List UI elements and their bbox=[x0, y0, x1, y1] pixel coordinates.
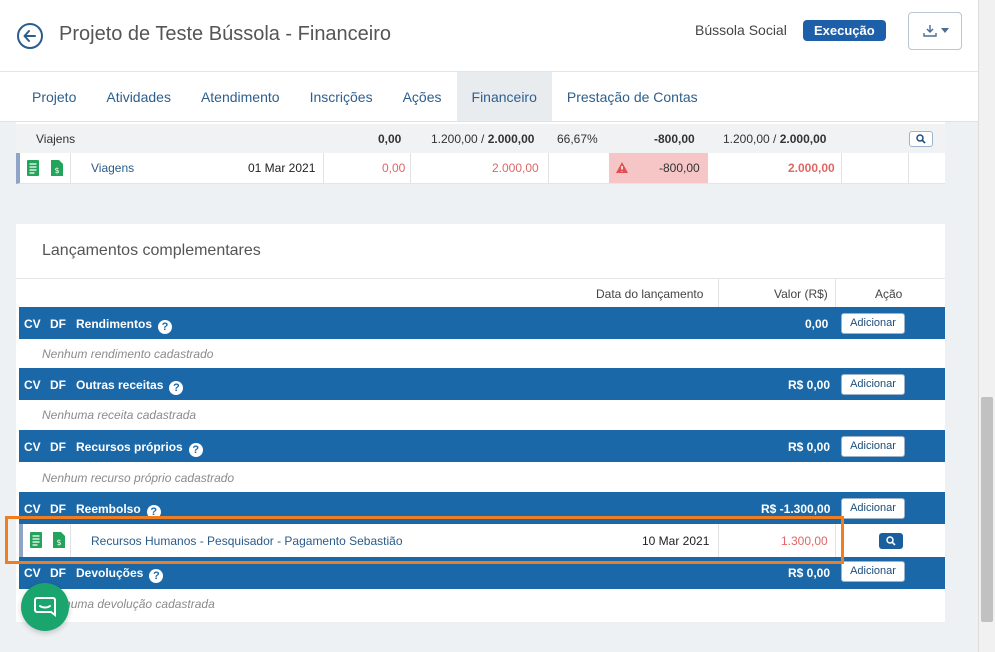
df-label: DF bbox=[50, 440, 66, 454]
add-receita-button[interactable]: Adicionar bbox=[841, 374, 905, 395]
item-total: 2.000,00 bbox=[788, 161, 835, 175]
budget-table: Viajens 0,00 1.200,00 / 2.000,00 66,67% … bbox=[16, 122, 945, 184]
empty-rendimentos: Nenhum rendimento cadastrado bbox=[42, 347, 214, 361]
section-total: R$ -1.300,00 bbox=[761, 502, 831, 516]
section-title: Lançamentos complementares bbox=[42, 242, 261, 259]
group-search-button[interactable] bbox=[909, 131, 933, 147]
help-icon[interactable]: ? bbox=[169, 381, 184, 395]
section-name: Outras receitas? bbox=[76, 378, 184, 395]
item-date: 01 Mar 2021 bbox=[248, 161, 316, 175]
col-value: Valor (R$) bbox=[774, 287, 828, 301]
item-planned: 2.000,00 bbox=[492, 161, 539, 175]
status-badge: Execução bbox=[803, 20, 886, 41]
main-tabs: Projeto Atividades Atendimento Inscriçõe… bbox=[0, 72, 978, 122]
svg-text:$: $ bbox=[54, 166, 59, 175]
section-outras-receitas: CV DF Outras receitas? R$ 0,00 Adicionar bbox=[19, 368, 945, 400]
group-name: Viajens bbox=[36, 132, 76, 146]
scrollbar-thumb[interactable] bbox=[981, 397, 993, 622]
section-total: R$ 0,00 bbox=[788, 378, 831, 392]
item-name[interactable]: Viagens bbox=[91, 161, 134, 175]
download-icon bbox=[922, 25, 937, 37]
caret-down-icon bbox=[940, 28, 949, 33]
page-title: Projeto de Teste Bússola - Financeiro bbox=[59, 23, 392, 45]
df-label: DF bbox=[50, 566, 66, 580]
warning-icon bbox=[616, 162, 628, 173]
section-recursos-proprios: CV DF Recursos próprios? R$ 0,00 Adicion… bbox=[19, 430, 945, 462]
budget-item-row: $ Viagens 01 Mar 2021 0,00 2.000,00 -800… bbox=[16, 153, 945, 184]
tab-acoes[interactable]: Ações bbox=[388, 72, 457, 121]
section-total: 0,00 bbox=[805, 317, 829, 331]
section-rendimentos: CV DF Rendimentos? 0,00 Adicionar bbox=[19, 307, 945, 339]
empty-outras-receitas: Nenhuma receita cadastrada bbox=[42, 408, 197, 422]
empty-recursos-proprios: Nenhum recurso próprio cadastrado bbox=[42, 471, 235, 485]
df-label: DF bbox=[50, 502, 66, 516]
df-label: DF bbox=[50, 317, 66, 331]
tab-atendimento[interactable]: Atendimento bbox=[186, 72, 295, 121]
cv-label: CV bbox=[24, 566, 41, 580]
section-total: R$ 0,00 bbox=[788, 566, 831, 580]
scrollbar[interactable] bbox=[978, 0, 995, 652]
chat-icon bbox=[34, 597, 56, 617]
budget-group-row: Viajens 0,00 1.200,00 / 2.000,00 66,67% … bbox=[16, 124, 945, 153]
group-partial: 1.200,00 / 2.000,00 bbox=[431, 132, 535, 146]
highlight-box bbox=[5, 516, 844, 564]
page-header: Projeto de Teste Bússola - Financeiro Bú… bbox=[0, 0, 978, 72]
export-dropdown-button[interactable] bbox=[908, 12, 962, 50]
tab-projeto[interactable]: Projeto bbox=[17, 72, 91, 121]
cv-label: CV bbox=[24, 317, 41, 331]
add-devolucao-button[interactable]: Adicionar bbox=[841, 561, 905, 582]
section-name: Recursos próprios? bbox=[76, 440, 203, 457]
tab-prestacao-de-contas[interactable]: Prestação de Contas bbox=[552, 72, 713, 121]
cv-label: CV bbox=[24, 378, 41, 392]
item-value: 0,00 bbox=[382, 161, 406, 175]
invoice-dollar-icon[interactable]: $ bbox=[50, 159, 64, 180]
item-diff-cell: -800,00 bbox=[609, 153, 708, 183]
df-label: DF bbox=[50, 378, 66, 392]
group-value: 0,00 bbox=[378, 132, 402, 146]
group-partial2: 1.200,00 / 2.000,00 bbox=[723, 132, 827, 146]
chat-support-button[interactable] bbox=[21, 583, 69, 631]
tab-inscricoes[interactable]: Inscrições bbox=[295, 72, 388, 121]
add-recurso-button[interactable]: Adicionar bbox=[841, 436, 905, 457]
section-total: R$ 0,00 bbox=[788, 440, 831, 454]
help-icon[interactable]: ? bbox=[188, 443, 203, 457]
cv-label: CV bbox=[24, 502, 41, 516]
arrow-left-icon bbox=[23, 30, 36, 42]
organization-name: Bússola Social bbox=[695, 22, 787, 38]
help-icon[interactable]: ? bbox=[149, 569, 164, 583]
add-rendimento-button[interactable]: Adicionar bbox=[841, 313, 905, 334]
help-icon[interactable]: ? bbox=[158, 320, 173, 334]
view-reembolso-button[interactable] bbox=[879, 533, 903, 549]
table-header: Data do lançamento Valor (R$) Ação bbox=[16, 278, 945, 307]
back-button[interactable] bbox=[17, 23, 43, 49]
search-icon bbox=[916, 134, 926, 144]
add-reembolso-button[interactable]: Adicionar bbox=[841, 498, 905, 519]
receipt-icon[interactable] bbox=[26, 159, 40, 180]
group-percent: 66,67% bbox=[557, 132, 598, 146]
col-action: Ação bbox=[875, 287, 903, 301]
cv-label: CV bbox=[24, 440, 41, 454]
section-name: Devoluções? bbox=[76, 566, 164, 583]
tab-atividades[interactable]: Atividades bbox=[91, 72, 186, 121]
group-diff: -800,00 bbox=[654, 132, 695, 146]
col-date: Data do lançamento bbox=[596, 287, 704, 301]
search-icon bbox=[886, 536, 896, 546]
tab-financeiro[interactable]: Financeiro bbox=[456, 72, 552, 121]
item-diff: -800,00 bbox=[659, 161, 700, 175]
section-name: Rendimentos? bbox=[76, 317, 173, 334]
